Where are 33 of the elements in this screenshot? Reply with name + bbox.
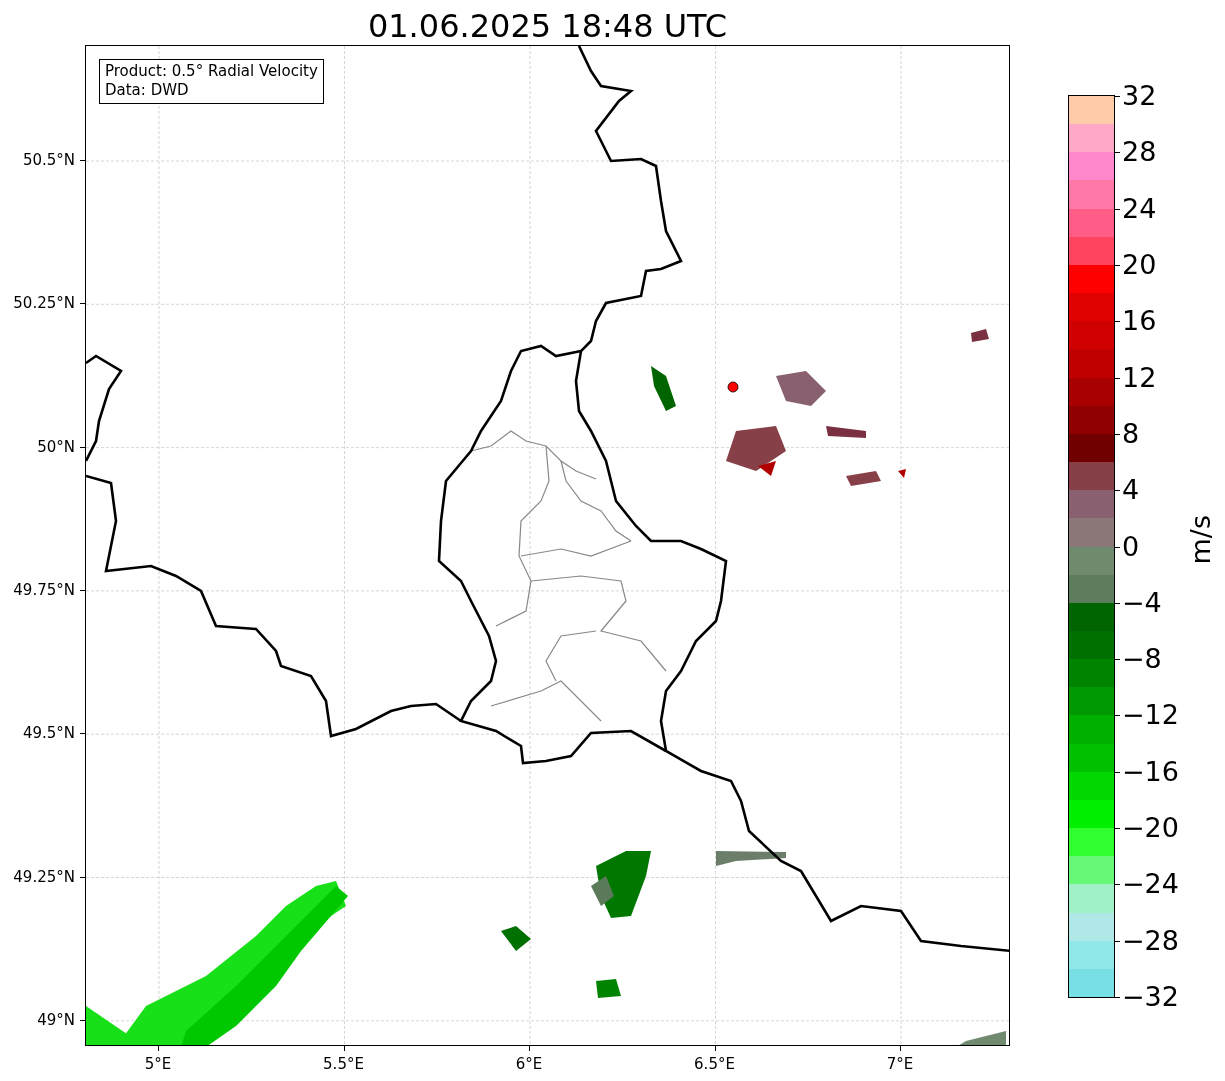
latitude-label: 49.5°N [22,724,75,743]
colorbar-tick-label: −28 [1122,925,1179,956]
colorbar-tick-label: −12 [1122,700,1179,731]
colorbar-tick-label: 12 [1122,362,1157,393]
legend-text: Data: DWD [105,81,190,100]
colorbar-label: m/s [1185,515,1216,565]
colorbar-tick-label: 8 [1122,418,1140,449]
longitude-label: 5°E [144,1055,172,1073]
colorbar-tick-label: 4 [1122,475,1140,506]
latitude-label: 49.25°N [13,867,75,886]
chart-title: 01.06.2025 18:48 UTC [367,7,728,45]
colorbar-tick-label: 16 [1122,306,1157,337]
longitude-label: 6.5°E [694,1055,735,1073]
longitude-label: 6°E [515,1055,543,1073]
colorbar-tick-label: 0 [1122,531,1140,562]
colorbar-tick-label: 24 [1122,193,1157,224]
longitude-label: 7°E [886,1055,914,1073]
latitude-label: 50.25°N [13,294,75,313]
colorbar-tick-label: 32 [1122,81,1157,111]
latitude-label: 49.75°N [13,580,75,599]
legend-text: Product: 0.5° Radial Velocity [105,62,318,81]
colorbar-tick-label: −20 [1122,813,1179,844]
colorbar-tick-label: −24 [1122,869,1179,900]
colorbar-tick-label: −32 [1122,982,1179,1012]
colorbar-tick-label: −16 [1122,756,1179,787]
colorbar-tick-label: 20 [1122,249,1157,280]
latitude-label: 49°N [37,1010,75,1029]
longitude-label: 5.5°E [323,1055,364,1073]
colorbar-tick-label: −4 [1122,587,1162,618]
colorbar-tick-label: 28 [1122,137,1157,168]
latitude-label: 50°N [37,437,75,456]
colorbar-tick-label: −8 [1122,644,1162,675]
latitude-label: 50.5°N [22,151,75,169]
